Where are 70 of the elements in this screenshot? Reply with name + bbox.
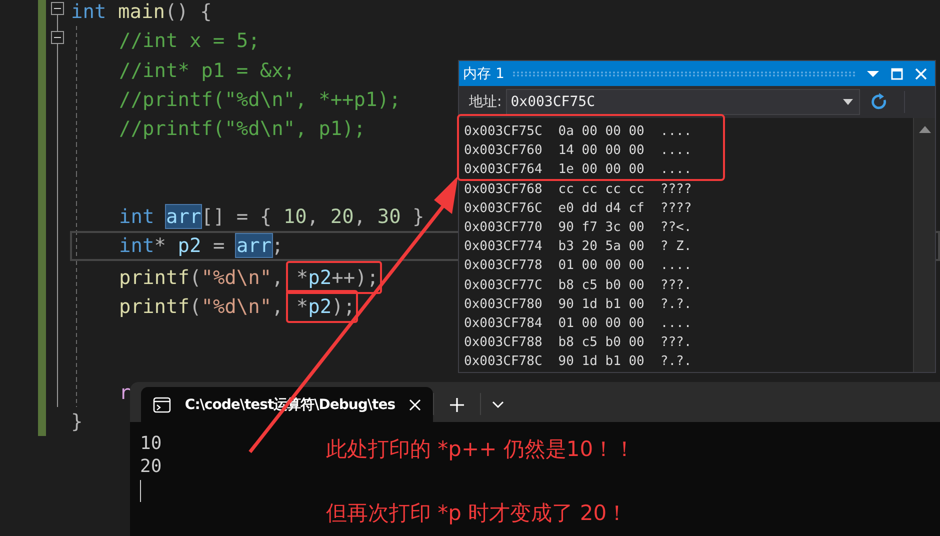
memory-bytes: b8 c5 b0 00 — [558, 335, 644, 350]
code-line: //printf("%d\n", *++p1); — [119, 86, 401, 113]
maximize-icon[interactable] — [889, 66, 905, 82]
address-field[interactable]: 0x003CF75C — [506, 89, 860, 115]
memory-address: 0x003CF778 — [464, 258, 542, 274]
code-line: int arr[] = { 10, 20, 30 } — [119, 204, 424, 230]
memory-bytes: 14 00 00 00 — [558, 143, 644, 158]
memory-bytes: b8 c5 b0 00 — [558, 278, 644, 293]
terminal-output: 10 — [140, 432, 163, 455]
memory-bytes: 90 f7 3c 00 — [558, 220, 644, 236]
chevron-down-icon — [492, 400, 504, 408]
plus-icon — [450, 398, 464, 412]
memory-address: 0x003CF77C — [464, 278, 542, 293]
code-line: //int* p1 = &x; — [119, 58, 296, 84]
memory-chars: ???? — [660, 182, 692, 197]
memory-address: 0x003CF78C — [464, 354, 542, 370]
memory-address: 0x003CF774 — [464, 239, 542, 254]
scroll-up-icon[interactable] — [918, 126, 930, 133]
boxed-code: *p2++); — [286, 260, 382, 294]
code-line: //int x = 5; — [119, 28, 260, 54]
memory-chars: ?.?. — [660, 354, 692, 370]
code-line: printf("%d\n", — [119, 264, 284, 291]
memory-chars: ??<. — [660, 220, 692, 236]
memory-bytes: 0a 00 00 00 — [558, 124, 644, 140]
memory-address: 0x003CF75C — [464, 124, 542, 140]
memory-address: 0x003CF764 — [464, 162, 542, 178]
boxed-code: *p2); — [286, 290, 358, 323]
memory-chars: ? Z. — [660, 239, 692, 254]
memory-chars: ???? — [660, 200, 692, 216]
collapse-icon[interactable] — [50, 2, 64, 15]
address-label: 地址: — [469, 93, 502, 111]
code-line: int main() { — [71, 0, 212, 25]
memory-address: 0x003CF770 — [464, 220, 542, 236]
memory-bytes: e0 dd d4 cf — [558, 200, 644, 216]
memory-bytes: b3 20 5a 00 — [558, 239, 644, 254]
memory-chars: .... — [660, 143, 692, 158]
terminal-icon — [153, 396, 171, 412]
memory-bytes: 01 00 00 00 — [558, 258, 644, 274]
memory-bytes: 90 1d b1 00 — [558, 354, 644, 370]
scrollbar[interactable] — [913, 118, 935, 372]
text-cursor — [140, 480, 141, 502]
code-line: printf("%d\n", — [119, 294, 284, 320]
memory-chars: ???. — [660, 335, 692, 350]
memory-address: 0x003CF780 — [464, 296, 542, 312]
window-title: 内存 1 — [463, 64, 504, 82]
terminal-output: 20 — [140, 455, 163, 478]
memory-chars: .... — [660, 124, 692, 140]
memory-address: 0x003CF788 — [464, 335, 542, 350]
memory-address: 0x003CF76C — [464, 200, 542, 216]
memory-chars: ?.?. — [660, 296, 692, 312]
memory-address: 0x003CF784 — [464, 316, 542, 331]
annotation-text: 但再次打印 *p 时才变成了 20！ — [326, 500, 629, 527]
memory-address: 0x003CF760 — [464, 143, 542, 158]
memory-bytes: 90 1d b1 00 — [558, 296, 644, 312]
memory-bytes: cc cc cc cc — [558, 182, 644, 197]
code-line: //printf("%d\n", p1); — [119, 116, 366, 142]
code-line: } — [71, 409, 83, 436]
memory-chars: .... — [660, 162, 692, 178]
close-icon[interactable] — [409, 398, 421, 410]
caret-icon[interactable] — [843, 99, 853, 105]
memory-bytes: 1e 00 00 00 — [558, 162, 644, 178]
collapse-icon[interactable] — [50, 31, 64, 44]
memory-chars: .... — [660, 316, 692, 331]
memory-chars: .... — [660, 258, 692, 274]
code-line: r — [119, 380, 131, 406]
memory-chars: ???. — [660, 278, 692, 293]
code-line: int* p2 = arr; — [119, 233, 284, 260]
memory-bytes: 01 00 00 00 — [558, 316, 644, 331]
memory-address: 0x003CF768 — [464, 182, 542, 197]
annotation-text: 此处打印的 *p++ 仍然是10！！ — [326, 436, 636, 463]
